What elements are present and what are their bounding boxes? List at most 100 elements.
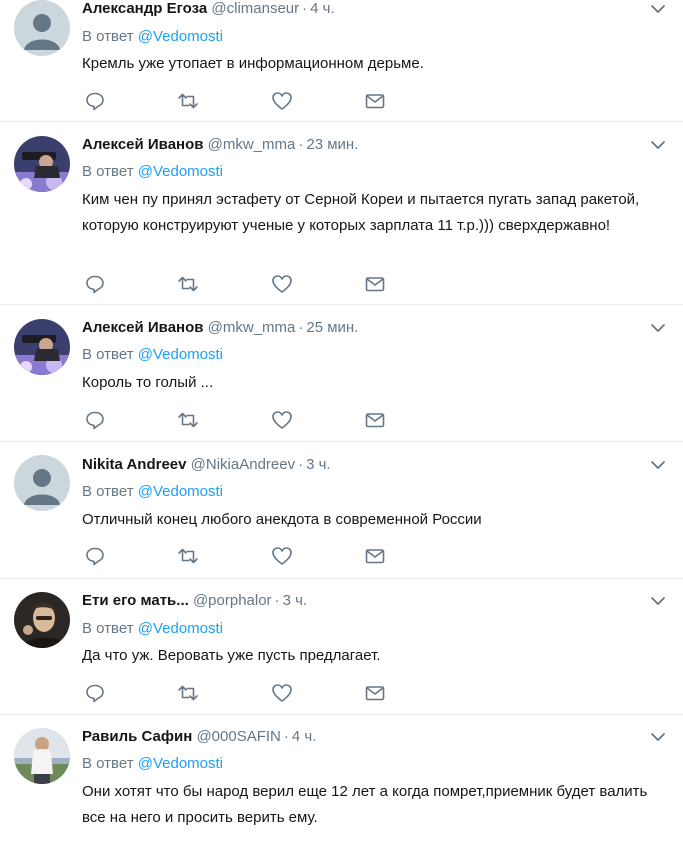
reply-button[interactable] bbox=[84, 409, 106, 431]
tweet-header: Алексей Иванов @mkw_mma · 25 мин. bbox=[82, 318, 358, 338]
like-button[interactable] bbox=[271, 682, 293, 704]
tweet-header: Алексей Иванов @mkw_mma · 23 мин. bbox=[82, 135, 358, 155]
avatar[interactable] bbox=[14, 0, 70, 56]
avatar[interactable] bbox=[14, 319, 70, 375]
tweet-text: Ким чен пу принял эстафету от Серной Кор… bbox=[82, 191, 640, 234]
chevron-down-icon[interactable] bbox=[649, 728, 667, 746]
mention-link[interactable]: @Vedomosti bbox=[138, 28, 223, 45]
tweet-actions bbox=[82, 90, 402, 112]
direct-message-button[interactable] bbox=[364, 90, 386, 112]
like-button[interactable] bbox=[271, 90, 293, 112]
tweet-actions bbox=[82, 682, 402, 704]
author-name[interactable]: Александр Егоза bbox=[82, 0, 207, 17]
tweet-text: Король то голый ... bbox=[82, 374, 214, 391]
tweet[interactable]: Ети его мать... @porphalor · 3 ч. В ответ … bbox=[0, 579, 683, 715]
reply-button[interactable] bbox=[84, 273, 106, 295]
reply-context: В ответ @Vedomosti bbox=[82, 345, 223, 365]
retweet-button[interactable] bbox=[177, 682, 199, 704]
tweet[interactable]: Алексей Иванов @mkw_mma · 25 мин. В ответ … bbox=[0, 305, 683, 442]
tweet[interactable]: Александр Егоза @climanseur · 4 ч. В ответ… bbox=[0, 0, 683, 122]
tweet-header: Равиль Сафин @000SAFIN · 4 ч. bbox=[82, 727, 316, 747]
like-button[interactable] bbox=[271, 273, 293, 295]
user-photo-icon bbox=[14, 592, 70, 648]
author-name[interactable]: Равиль Сафин bbox=[82, 728, 192, 745]
avatar[interactable] bbox=[14, 455, 70, 511]
reply-icon bbox=[86, 684, 104, 703]
mention-link[interactable]: @Vedomosti bbox=[138, 346, 223, 363]
reply-context: В ответ @Vedomosti bbox=[82, 27, 223, 47]
mention-link[interactable]: @Vedomosti bbox=[138, 483, 223, 500]
avatar[interactable] bbox=[14, 136, 70, 192]
author-handle[interactable]: @mkw_mma bbox=[208, 136, 296, 153]
heart-icon bbox=[272, 275, 292, 293]
user-photo-icon bbox=[14, 136, 70, 192]
reply-context: В ответ @Vedomosti bbox=[82, 754, 223, 774]
tweet-time[interactable]: 23 мин. bbox=[306, 136, 358, 153]
retweet-button[interactable] bbox=[177, 90, 199, 112]
heart-icon bbox=[272, 684, 292, 702]
chevron-down-icon[interactable] bbox=[649, 0, 667, 18]
direct-message-button[interactable] bbox=[364, 545, 386, 567]
tweet-text: Отличный конец любого анекдота в совреме… bbox=[82, 511, 482, 528]
mention-link[interactable]: @Vedomosti bbox=[138, 755, 223, 772]
separator-dot: · bbox=[283, 728, 289, 745]
direct-message-button[interactable] bbox=[364, 682, 386, 704]
avatar[interactable] bbox=[14, 592, 70, 648]
author-name[interactable]: Ети его мать... bbox=[82, 592, 189, 609]
like-button[interactable] bbox=[271, 409, 293, 431]
tweet-time[interactable]: 4 ч. bbox=[292, 728, 317, 745]
reply-context: В ответ @Vedomosti bbox=[82, 162, 223, 182]
tweet[interactable]: Алексей Иванов @mkw_mma · 23 мин. В ответ … bbox=[0, 122, 683, 305]
like-button[interactable] bbox=[271, 545, 293, 567]
direct-message-button[interactable] bbox=[364, 273, 386, 295]
reply-button[interactable] bbox=[84, 682, 106, 704]
chevron-down-icon[interactable] bbox=[649, 319, 667, 337]
retweet-button[interactable] bbox=[177, 409, 199, 431]
retweet-button[interactable] bbox=[177, 273, 199, 295]
tweet[interactable]: Nikita Andreev @NikiaAndreev · 3 ч. В отве… bbox=[0, 442, 683, 579]
reply-icon bbox=[86, 275, 104, 294]
reply-icon bbox=[86, 547, 104, 566]
envelope-icon bbox=[365, 413, 385, 428]
author-handle[interactable]: @000SAFIN bbox=[196, 728, 280, 745]
reply-prefix: В ответ bbox=[82, 346, 134, 363]
author-handle[interactable]: @NikiaAndreev bbox=[191, 456, 295, 473]
tweet-time[interactable]: 3 ч. bbox=[283, 592, 308, 609]
mention-link[interactable]: @Vedomosti bbox=[138, 163, 223, 180]
reply-button[interactable] bbox=[84, 90, 106, 112]
tweet-feed: Александр Егоза @climanseur · 4 ч. В ответ… bbox=[0, 0, 683, 845]
tweet[interactable]: Равиль Сафин @000SAFIN · 4 ч. В ответ @Ved… bbox=[0, 715, 683, 845]
tweet-time[interactable]: 4 ч. bbox=[310, 0, 335, 17]
reply-context: В ответ @Vedomosti bbox=[82, 619, 223, 639]
tweet-time[interactable]: 3 ч. bbox=[306, 456, 331, 473]
separator-dot: · bbox=[274, 592, 280, 609]
author-handle[interactable]: @porphalor bbox=[193, 592, 272, 609]
chevron-down-icon[interactable] bbox=[649, 456, 667, 474]
avatar[interactable] bbox=[14, 728, 70, 784]
author-handle[interactable]: @mkw_mma bbox=[208, 319, 296, 336]
retweet-button[interactable] bbox=[177, 545, 199, 567]
author-handle[interactable]: @climanseur bbox=[211, 0, 299, 17]
chevron-down-icon[interactable] bbox=[649, 592, 667, 610]
separator-dot: · bbox=[298, 456, 304, 473]
mention-link[interactable]: @Vedomosti bbox=[138, 620, 223, 637]
retweet-icon bbox=[178, 276, 198, 292]
heart-icon bbox=[272, 92, 292, 110]
retweet-icon bbox=[178, 93, 198, 109]
tweet-actions bbox=[82, 409, 402, 431]
direct-message-button[interactable] bbox=[364, 409, 386, 431]
tweet-time[interactable]: 25 мин. bbox=[306, 319, 358, 336]
tweet-actions bbox=[82, 545, 402, 567]
author-name[interactable]: Алексей Иванов bbox=[82, 319, 203, 336]
tweet-header: Nikita Andreev @NikiaAndreev · 3 ч. bbox=[82, 455, 331, 475]
separator-dot: · bbox=[302, 0, 308, 17]
author-name[interactable]: Алексей Иванов bbox=[82, 136, 203, 153]
tweet-header: Александр Егоза @climanseur · 4 ч. bbox=[82, 0, 335, 19]
default-avatar-icon bbox=[14, 455, 70, 511]
tweet-text: Кремль уже утопает в информационном дерь… bbox=[82, 55, 424, 72]
author-name[interactable]: Nikita Andreev bbox=[82, 456, 186, 473]
retweet-icon bbox=[178, 548, 198, 564]
default-avatar-icon bbox=[14, 0, 70, 56]
reply-button[interactable] bbox=[84, 545, 106, 567]
chevron-down-icon[interactable] bbox=[649, 136, 667, 154]
